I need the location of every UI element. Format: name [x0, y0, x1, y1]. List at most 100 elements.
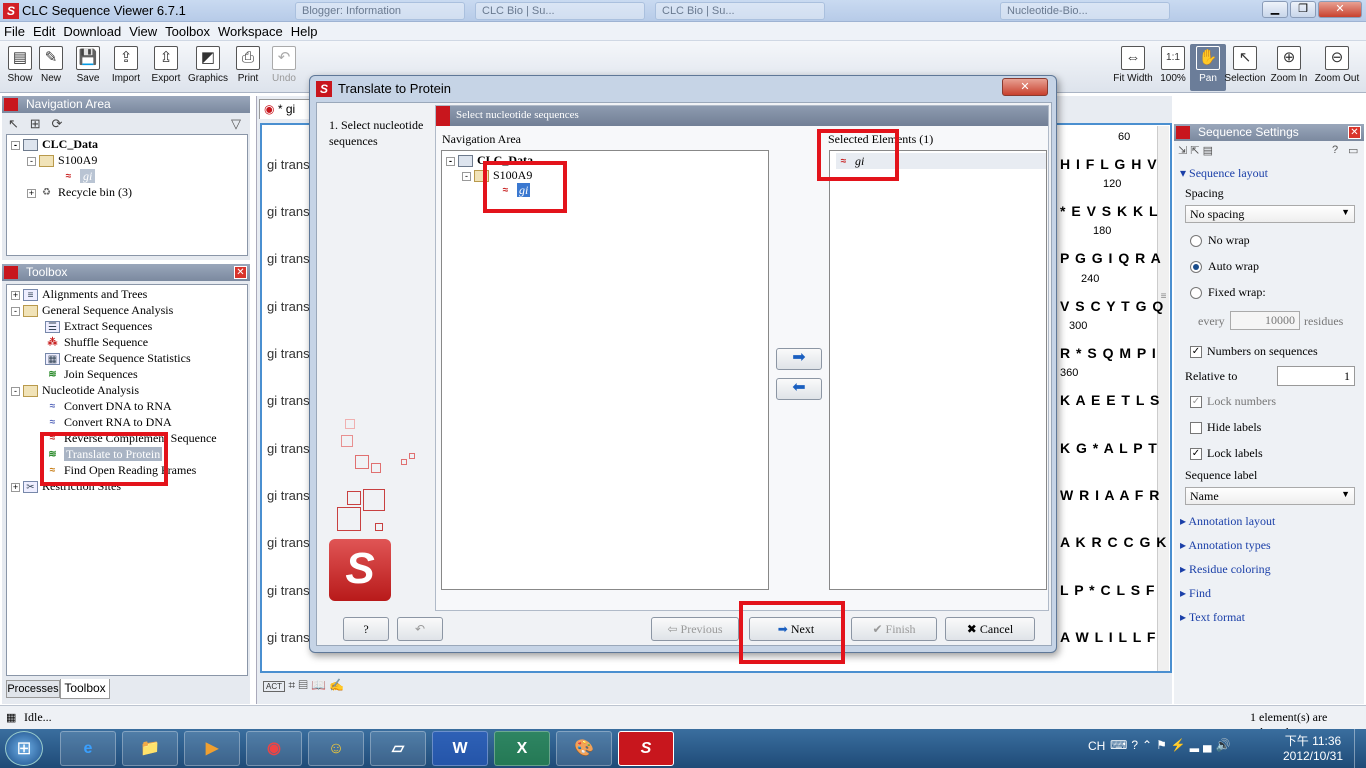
pan-button[interactable]: ✋ Pan — [1190, 44, 1226, 91]
section-annotation-types[interactable]: ▸ Annotation types — [1180, 538, 1271, 553]
view-info-icon[interactable]: 📖 — [311, 678, 326, 692]
menu-edit[interactable]: Edit — [29, 22, 59, 39]
tree-recycle-bin[interactable]: + ♻ Recycle bin (3) — [27, 184, 132, 200]
expand-all-icon[interactable]: ⇲ — [1178, 145, 1187, 157]
graphics-button[interactable]: ◩ Graphics — [188, 44, 228, 91]
import-button[interactable]: ⇪ Import — [108, 44, 144, 91]
tab-processes[interactable]: Processes — [6, 680, 60, 698]
zoom-in-button[interactable]: ⊕ Zoom In — [1268, 44, 1310, 91]
toolbox-item-restriction[interactable]: + ✂ Restriction Sites — [11, 478, 121, 494]
section-find[interactable]: ▸ Find — [1180, 586, 1211, 601]
export-button[interactable]: ⇫ Export — [148, 44, 184, 91]
language-indicator[interactable]: CH — [1088, 739, 1105, 753]
new-button[interactable]: ✎ New — [33, 44, 69, 91]
volume-icon[interactable]: 🔊 — [1216, 738, 1235, 752]
zoom-100-button[interactable]: 1:1 100% — [1155, 44, 1191, 91]
toolbox-item-dna-to-rna[interactable]: ≈ Convert DNA to RNA — [45, 398, 172, 414]
view-text-icon[interactable]: ▤ — [298, 678, 307, 692]
view-graphic-icon[interactable]: ⌗ — [288, 678, 295, 692]
remove-from-selected-button[interactable]: ⬅ — [776, 378, 822, 400]
view-sequence-icon[interactable]: ACT — [263, 681, 285, 692]
spacing-select[interactable]: No spacing ▼ — [1185, 205, 1355, 223]
show-desktop-button[interactable] — [1354, 729, 1366, 768]
tray-expand-icon[interactable]: ⌃ — [1142, 738, 1156, 752]
taskbar-explorer-icon[interactable]: 📁 — [122, 731, 178, 766]
signal-icon[interactable]: ▂▄ — [1190, 738, 1216, 752]
taskbar-ie-icon[interactable]: e — [60, 731, 116, 766]
reset-button[interactable]: ↶ — [397, 617, 443, 641]
tab-toolbox[interactable]: Toolbox — [60, 679, 110, 699]
refresh-icon[interactable]: ⟳ — [52, 116, 63, 131]
toolbox-item-join[interactable]: ≋ Join Sequences — [45, 366, 137, 382]
background-tab[interactable]: CLC Bio | Su... — [655, 2, 825, 20]
help-circle-icon[interactable]: ? — [1131, 738, 1142, 752]
clock[interactable]: 下午 11:36 2012/10/31 — [1276, 732, 1350, 763]
toolbox-item-statistics[interactable]: ▦ Create Sequence Statistics — [45, 350, 191, 366]
toolbox-item-rna-to-dna[interactable]: ≈ Convert RNA to DNA — [45, 414, 172, 430]
hide-labels-checkbox[interactable]: Hide labels — [1190, 420, 1261, 435]
settings-help-icon[interactable]: ? — [1332, 144, 1338, 156]
menu-view[interactable]: View — [125, 22, 161, 39]
settings-minimize-icon[interactable]: ▭ — [1348, 144, 1358, 157]
maximize-button[interactable]: ❐ — [1290, 1, 1316, 18]
collapse-all-icon[interactable]: ⇱ — [1190, 145, 1199, 157]
taskbar-media-icon[interactable]: ▶ — [184, 731, 240, 766]
fit-width-button[interactable]: ⇔ Fit Width — [1112, 44, 1154, 91]
toolbox-item-nucleotide[interactable]: - Nucleotide Analysis — [11, 382, 139, 398]
menu-toolbox[interactable]: Toolbox — [161, 22, 214, 39]
relative-to-input[interactable]: 1 — [1277, 366, 1355, 386]
lock-labels-checkbox[interactable]: ✓ Lock labels — [1190, 446, 1263, 461]
section-residue-coloring[interactable]: ▸ Residue coloring — [1180, 562, 1271, 577]
toolbox-item-general[interactable]: - General Sequence Analysis — [11, 302, 173, 318]
close-icon[interactable]: ✕ — [1348, 126, 1361, 139]
taskbar-ppstream-icon[interactable]: ☺ — [308, 731, 364, 766]
numbers-on-sequences-checkbox[interactable]: ✓ Numbers on sequences — [1190, 344, 1318, 359]
lock-numbers-checkbox[interactable]: ✓ Lock numbers — [1190, 394, 1276, 409]
keyboard-icon[interactable]: ⌨ — [1110, 738, 1131, 752]
close-window-button[interactable]: ✕ — [1318, 1, 1362, 18]
flag-icon[interactable]: ⚑ — [1156, 738, 1171, 752]
toolbox-item-alignments[interactable]: + ≡ Alignments and Trees — [11, 286, 147, 302]
section-annotation-layout[interactable]: ▸ Annotation layout — [1180, 514, 1275, 529]
dialog-close-button[interactable]: ✕ — [1002, 78, 1048, 96]
dialog-tree-sequence[interactable]: ≈ gi — [498, 182, 531, 198]
menu-help[interactable]: Help — [287, 22, 322, 39]
background-tab[interactable]: Blogger: Information — [295, 2, 465, 20]
residues-input[interactable]: 10000 — [1230, 311, 1300, 330]
selected-element-gi[interactable]: ≈ gi — [836, 153, 1046, 169]
editor-tab[interactable]: ◉ * gi — [259, 99, 311, 119]
start-button[interactable]: ⊞ — [5, 731, 43, 766]
selection-button[interactable]: ↖ Selection — [1224, 44, 1266, 91]
background-tab[interactable]: Nucleotide-Bio... — [1000, 2, 1170, 20]
undo-button[interactable]: ↶ Undo — [266, 44, 302, 91]
background-tab[interactable]: CLC Bio | Su... — [475, 2, 645, 20]
section-text-format[interactable]: ▸ Text format — [1180, 610, 1245, 625]
toolbox-item-extract[interactable]: ☰ Extract Sequences — [45, 318, 152, 334]
menu-download[interactable]: Download — [59, 22, 125, 39]
add-to-selected-button[interactable]: ➡ — [776, 348, 822, 370]
menu-workspace[interactable]: Workspace — [214, 22, 287, 39]
taskbar-excel-icon[interactable]: X — [494, 731, 550, 766]
close-icon[interactable]: ✕ — [234, 266, 247, 279]
sequence-label-select[interactable]: Name ▼ — [1185, 487, 1355, 505]
select-arrow-icon[interactable]: ↖ — [8, 116, 19, 131]
taskbar-app-icon[interactable]: ▱ — [370, 731, 426, 766]
help-button[interactable]: ? — [343, 617, 389, 641]
save-button[interactable]: 💾 Save — [70, 44, 106, 91]
taskbar-chrome-icon[interactable]: ◉ — [246, 731, 302, 766]
dialog-tree-root[interactable]: - CLC_Data — [446, 152, 533, 168]
previous-button[interactable]: ⇦ Previous — [651, 617, 739, 641]
cancel-button[interactable]: ✖ Cancel — [945, 617, 1035, 641]
radio-auto-wrap[interactable]: Auto wrap — [1190, 259, 1259, 274]
taskbar-word-icon[interactable]: W — [432, 731, 488, 766]
toolbox-item-reverse-complement[interactable]: ≈ Reverse Complement Sequence — [45, 430, 217, 446]
next-button[interactable]: ➡ Next — [749, 617, 843, 641]
tree-folder-s100a9[interactable]: - S100A9 — [27, 152, 97, 168]
minimize-button[interactable]: ▁ — [1262, 1, 1288, 18]
new-folder-icon[interactable]: ⊞ — [30, 116, 41, 131]
print-button[interactable]: ⎙ Print — [230, 44, 266, 91]
zoom-out-button[interactable]: ⊖ Zoom Out — [1314, 44, 1360, 91]
power-icon[interactable]: ⚡ — [1171, 738, 1190, 752]
toolbox-item-translate[interactable]: ≋ Translate to Protein — [45, 446, 163, 462]
toolbox-item-shuffle[interactable]: ⁂ Shuffle Sequence — [45, 334, 149, 350]
